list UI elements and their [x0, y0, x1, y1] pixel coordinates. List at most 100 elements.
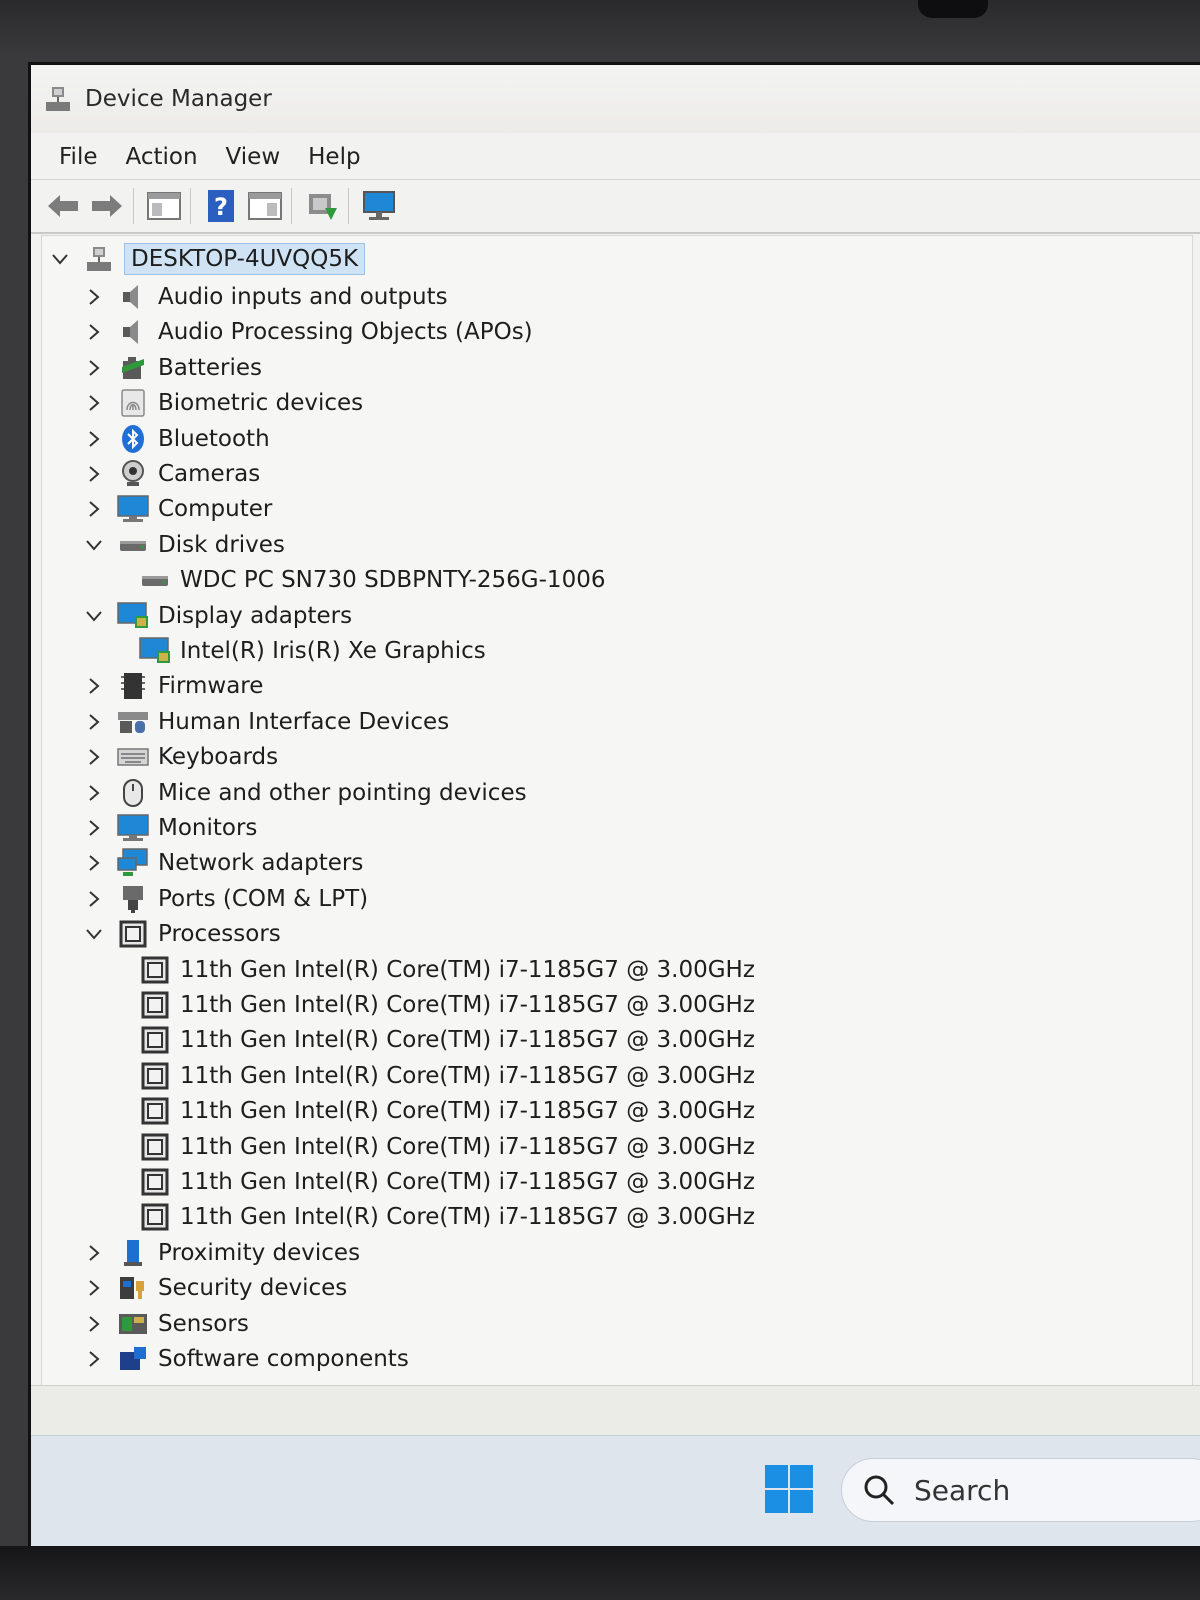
device-category[interactable]: Software components — [82, 1342, 409, 1376]
expand-chevron-icon[interactable] — [82, 427, 106, 451]
device-category[interactable]: Computer — [82, 492, 272, 526]
expand-chevron-icon[interactable] — [82, 674, 106, 698]
expand-chevron-icon[interactable] — [82, 497, 106, 521]
device-item[interactable]: 11th Gen Intel(R) Core(TM) i7-1185G7 @ 3… — [128, 1200, 755, 1234]
device-category[interactable]: Batteries — [82, 351, 262, 385]
menu-file[interactable]: File — [59, 144, 98, 170]
device-item[interactable]: WDC PC SN730 SDBPNTY-256G-1006 — [128, 563, 605, 597]
computer-name[interactable]: DESKTOP-4UVQQ5K — [124, 243, 366, 275]
device-category[interactable]: Sensors — [82, 1307, 249, 1341]
device-category[interactable]: Human Interface Devices — [82, 705, 449, 739]
taskbar-search-box[interactable]: Search — [841, 1458, 1200, 1522]
device-category[interactable]: Disk drives — [82, 528, 285, 562]
device-category[interactable]: Display adapters — [82, 599, 352, 633]
menu-view[interactable]: View — [226, 144, 281, 170]
window-title: Device Manager — [85, 86, 272, 112]
device-category[interactable]: Mice and other pointing devices — [82, 776, 527, 810]
expand-chevron-icon[interactable] — [82, 1312, 106, 1336]
software-component-icon — [116, 1343, 150, 1375]
device-category[interactable]: Monitors — [82, 811, 257, 845]
device-item[interactable]: 11th Gen Intel(R) Core(TM) i7-1185G7 @ 3… — [128, 953, 755, 987]
expand-chevron-icon[interactable] — [82, 816, 106, 840]
network-icon — [116, 847, 150, 879]
toolbar-separator — [190, 188, 191, 224]
device-category[interactable]: Security devices — [82, 1271, 347, 1305]
expand-chevron-icon[interactable] — [82, 1347, 106, 1371]
properties-panel-icon — [147, 192, 181, 220]
device-category[interactable]: Bluetooth — [82, 422, 270, 456]
search-label: Search — [914, 1473, 1011, 1507]
device-category[interactable]: Keyboards — [82, 740, 278, 774]
show-hide-console-tree-button[interactable] — [144, 186, 184, 226]
expand-chevron-icon[interactable] — [82, 851, 106, 875]
device-category[interactable]: Proximity devices — [82, 1236, 360, 1270]
device-category[interactable]: Network adapters — [82, 846, 363, 880]
expand-chevron-icon[interactable] — [82, 781, 106, 805]
collapse-chevron-icon[interactable] — [82, 533, 106, 557]
firmware-icon — [116, 670, 150, 702]
tree-item-label: Human Interface Devices — [158, 708, 450, 735]
start-button[interactable] — [764, 1464, 814, 1514]
tree-item-label: Bluetooth — [158, 425, 270, 452]
device-category[interactable]: Ports (COM & LPT) — [82, 882, 368, 916]
tree-item-label: Audio inputs and outputs — [158, 284, 448, 310]
back-button[interactable] — [43, 186, 83, 226]
collapse-chevron-icon[interactable] — [48, 247, 72, 271]
device-category[interactable]: Biometric devices — [82, 386, 363, 420]
device-category[interactable]: Audio inputs and outputs — [82, 280, 448, 314]
monitor-icon — [116, 493, 150, 525]
status-bar — [31, 1385, 1200, 1436]
device-category[interactable]: Audio Processing Objects (APOs) — [82, 315, 533, 349]
collapse-chevron-icon[interactable] — [82, 604, 106, 628]
device-item[interactable]: 11th Gen Intel(R) Core(TM) i7-1185G7 @ 3… — [128, 1130, 755, 1164]
toolbar-separator — [348, 188, 349, 224]
tree-item-label: Processors — [158, 921, 281, 948]
device-item[interactable]: Intel(R) Iris(R) Xe Graphics — [128, 634, 486, 668]
scan-for-hardware-changes-button[interactable] — [359, 186, 399, 226]
expand-chevron-icon[interactable] — [82, 391, 106, 415]
device-category[interactable]: Firmware — [82, 669, 263, 703]
device-item[interactable]: 11th Gen Intel(R) Core(TM) i7-1185G7 @ 3… — [128, 1094, 755, 1128]
expand-chevron-icon[interactable] — [82, 462, 106, 486]
device-item[interactable]: 11th Gen Intel(R) Core(TM) i7-1185G7 @ 3… — [128, 1165, 755, 1199]
processor-icon — [138, 1201, 172, 1233]
windows-logo-icon — [765, 1465, 813, 1513]
device-item[interactable]: 11th Gen Intel(R) Core(TM) i7-1185G7 @ 3… — [128, 1023, 755, 1057]
bluetooth-icon — [116, 423, 150, 455]
help-button[interactable]: ? — [201, 186, 241, 226]
port-icon — [116, 883, 150, 915]
expand-chevron-icon[interactable] — [82, 285, 106, 309]
tree-item-label: 11th Gen Intel(R) Core(TM) i7-1185G7 @ 3… — [180, 1098, 755, 1125]
expand-chevron-icon[interactable] — [82, 745, 106, 769]
device-category[interactable]: Processors — [82, 917, 281, 951]
menu-action[interactable]: Action — [126, 144, 198, 170]
expand-chevron-icon[interactable] — [82, 356, 106, 380]
expand-chevron-icon[interactable] — [82, 710, 106, 734]
disk-icon — [116, 529, 150, 561]
expand-chevron-icon[interactable] — [82, 887, 106, 911]
expand-chevron-icon[interactable] — [82, 1241, 106, 1265]
collapse-chevron-icon[interactable] — [82, 922, 106, 946]
update-driver-button[interactable] — [302, 186, 342, 226]
forward-button[interactable] — [87, 186, 127, 226]
tree-item-label: 11th Gen Intel(R) Core(TM) i7-1185G7 @ 3… — [180, 1027, 755, 1054]
screen-bezel-top — [0, 0, 1200, 60]
device-category[interactable]: Cameras — [82, 457, 260, 491]
action-pane-icon — [248, 192, 282, 220]
tree-root[interactable]: DESKTOP-4UVQQ5K — [48, 242, 366, 276]
processor-icon — [138, 1166, 172, 1198]
processor-icon — [138, 1024, 172, 1056]
device-item[interactable]: 11th Gen Intel(R) Core(TM) i7-1185G7 @ 3… — [128, 988, 755, 1022]
menu-help[interactable]: Help — [308, 144, 360, 170]
toolbar: ? — [31, 179, 1200, 234]
device-item[interactable]: 11th Gen Intel(R) Core(TM) i7-1185G7 @ 3… — [128, 1059, 755, 1093]
hid-icon — [116, 706, 150, 738]
security-icon — [116, 1272, 150, 1304]
expand-chevron-icon[interactable] — [82, 320, 106, 344]
monitor-icon — [116, 812, 150, 844]
tree-item-label: Firmware — [158, 673, 264, 700]
show-hide-action-pane-button[interactable] — [245, 186, 285, 226]
screen: Device Manager File Action View Help ? D… — [28, 62, 1200, 1549]
expand-chevron-icon[interactable] — [82, 1276, 106, 1300]
help-icon: ? — [208, 190, 234, 222]
